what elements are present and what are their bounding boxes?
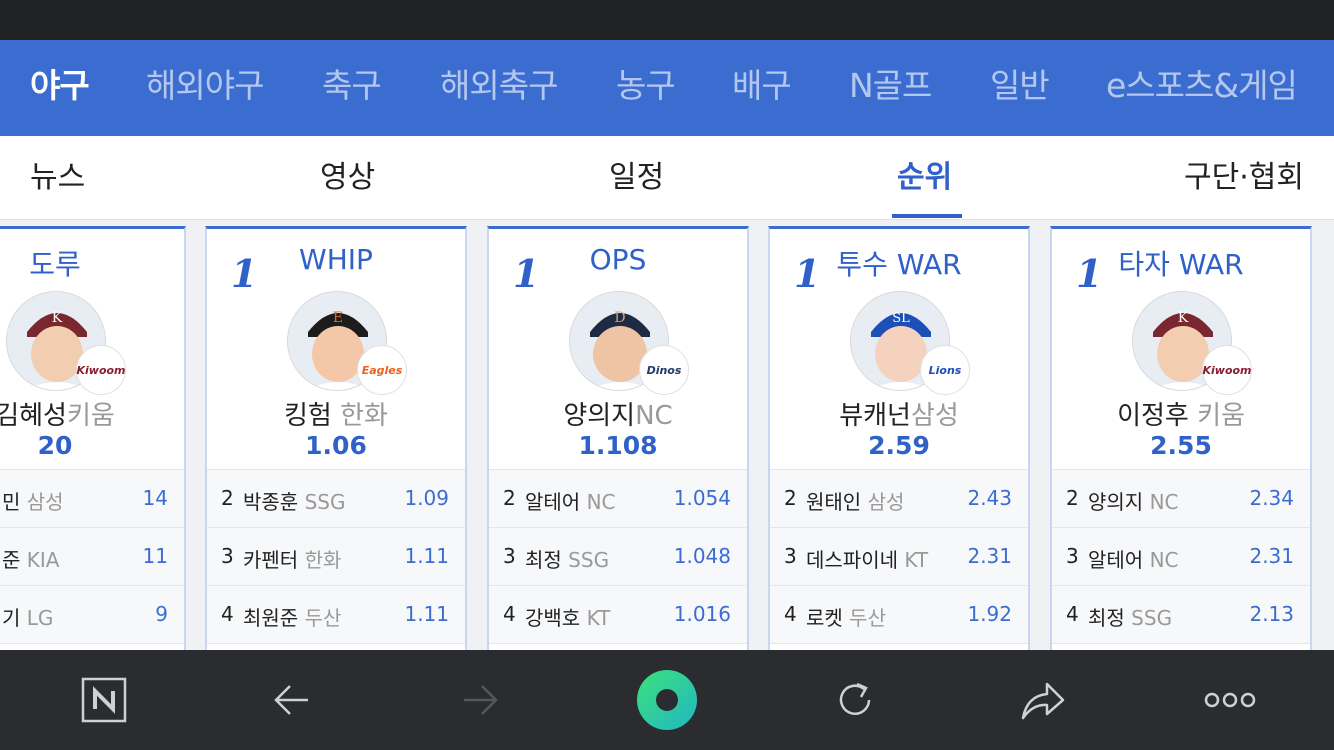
leader-name: 양의지NC bbox=[563, 401, 673, 431]
ranking-list: 2 양의지 NC 2.34 3 알테어 NC 2.31 4 최정 SSG 2.13 bbox=[1052, 469, 1310, 644]
team-logo: Dinos bbox=[639, 345, 689, 395]
tab-general[interactable]: 일반 bbox=[990, 40, 1050, 136]
ranking-row[interactable]: 3 카펜터 한화 1.11 bbox=[207, 528, 465, 586]
leader-value: 20 bbox=[37, 431, 73, 460]
tab-soccer[interactable]: 축구 bbox=[322, 40, 382, 136]
ranking-list: 2 박종훈 SSG 1.09 3 카펜터 한화 1.11 4 최원준 두산 1.11 bbox=[207, 469, 465, 644]
tab-basketball[interactable]: 농구 bbox=[616, 40, 676, 136]
leader-value: 2.59 bbox=[868, 431, 930, 460]
ranking-card-ops[interactable]: 1 OPS D Dinos 양의지NC 1.108 2 알테어 NC 1.054 3… bbox=[487, 226, 749, 650]
share-icon[interactable] bbox=[993, 650, 1093, 750]
leader-team: 한화 bbox=[340, 401, 388, 431]
svg-text:K: K bbox=[52, 310, 63, 326]
ranking-row[interactable]: 2 원태인 삼성 2.43 bbox=[770, 470, 1028, 528]
green-dot-icon[interactable] bbox=[617, 650, 717, 750]
ranking-card-batter-war[interactable]: 1 타자 WAR K Kiwoom 이정후 키움 2.55 2 양의지 NC 2.3… bbox=[1050, 226, 1312, 650]
leader-team: NC bbox=[635, 401, 673, 431]
leader-team: 삼성 bbox=[910, 401, 959, 431]
card-header: 1 투수 WAR SL Lions 뷰캐넌삼성 2.59 bbox=[770, 229, 1028, 469]
svg-text:SL: SL bbox=[892, 311, 910, 326]
ranking-list: 2 알테어 NC 1.054 3 최정 SSG 1.048 4 강백호 KT 1.016 bbox=[489, 469, 747, 644]
team-logo: Eagles bbox=[357, 345, 407, 395]
svg-text:K: K bbox=[1178, 310, 1189, 326]
ranking-row[interactable]: 4 최정 SSG 2.13 bbox=[1052, 586, 1310, 644]
ranking-list: 2 원태인 삼성 2.43 3 데스파이네 KT 2.31 4 로켓 두산 1.92 bbox=[770, 469, 1028, 644]
leader-value: 2.55 bbox=[1150, 431, 1212, 460]
card-title: OPS bbox=[589, 243, 647, 276]
ranking-card-whip[interactable]: 1 WHIP E Eagles 킹험 한화 1.06 2 박종훈 SSG 1.09 … bbox=[205, 226, 467, 650]
tab-golf[interactable]: N골프 bbox=[849, 40, 932, 136]
tab-overseas-soccer[interactable]: 해외축구 bbox=[440, 40, 558, 136]
tab-clubs[interactable]: 구단·협회 bbox=[1184, 136, 1304, 220]
more-icon[interactable] bbox=[1180, 650, 1280, 750]
leader-name: 뷰캐넌삼성 bbox=[839, 401, 959, 431]
ranking-row[interactable]: 3 알테어 NC 2.31 bbox=[1052, 528, 1310, 586]
browser-toolbar bbox=[0, 650, 1334, 750]
svg-text:D: D bbox=[614, 310, 625, 326]
card-header: 1 타자 WAR K Kiwoom 이정후 키움 2.55 bbox=[1052, 229, 1310, 469]
leader-name: 킹험 한화 bbox=[284, 401, 388, 431]
tab-overseas-baseball[interactable]: 해외야구 bbox=[146, 40, 264, 136]
card-title: 투수 WAR bbox=[836, 248, 962, 281]
ranking-row[interactable]: 민 삼성 14 bbox=[0, 470, 184, 528]
ranking-card-pitcher-war[interactable]: 1 투수 WAR SL Lions 뷰캐넌삼성 2.59 2 원태인 삼성 2.43… bbox=[768, 226, 1030, 650]
back-arrow-icon[interactable] bbox=[242, 650, 342, 750]
refresh-icon[interactable] bbox=[805, 650, 905, 750]
ranking-list: 민 삼성 14 준 KIA 11 기 LG 9 bbox=[0, 469, 184, 644]
ranking-card-stolen-bases[interactable]: 도루 K Kiwoom 김혜성키움 20 민 삼성 14 준 KIA 11 기 LG… bbox=[0, 226, 186, 650]
active-tab-underline bbox=[892, 214, 962, 218]
card-title: 타자 WAR bbox=[1118, 248, 1244, 281]
svg-text:E: E bbox=[333, 310, 343, 326]
card-header: 1 WHIP E Eagles 킹험 한화 1.06 bbox=[207, 229, 465, 469]
tab-standings[interactable]: 순위 bbox=[897, 136, 952, 220]
ranking-row[interactable]: 4 강백호 KT 1.016 bbox=[489, 586, 747, 644]
team-logo: Kiwoom bbox=[76, 345, 126, 395]
tab-schedule[interactable]: 일정 bbox=[609, 136, 664, 220]
card-header: 1 OPS D Dinos 양의지NC 1.108 bbox=[489, 229, 747, 469]
tab-video[interactable]: 영상 bbox=[320, 136, 375, 220]
ranking-row[interactable]: 기 LG 9 bbox=[0, 586, 184, 644]
team-logo: Kiwoom bbox=[1202, 345, 1252, 395]
forward-arrow-icon[interactable] bbox=[430, 650, 530, 750]
ranking-row[interactable]: 준 KIA 11 bbox=[0, 528, 184, 586]
sub-nav: 뉴스 영상 일정 순위 구단·협회 bbox=[0, 136, 1334, 220]
leader-team: 키움 bbox=[1197, 401, 1245, 431]
card-title: 도루 bbox=[29, 248, 81, 281]
tab-volleyball[interactable]: 배구 bbox=[732, 40, 792, 136]
ranking-row[interactable]: 4 로켓 두산 1.92 bbox=[770, 586, 1028, 644]
card-header: 도루 K Kiwoom 김혜성키움 20 bbox=[0, 229, 184, 469]
ranking-row[interactable]: 2 박종훈 SSG 1.09 bbox=[207, 470, 465, 528]
sport-category-nav: 야구 해외야구 축구 해외축구 농구 배구 N골프 일반 e스포츠&게임 bbox=[0, 40, 1334, 136]
tab-baseball[interactable]: 야구 bbox=[30, 40, 90, 136]
leader-value: 1.06 bbox=[305, 431, 367, 460]
ranking-row[interactable]: 2 알테어 NC 1.054 bbox=[489, 470, 747, 528]
ranking-row[interactable]: 4 최원준 두산 1.11 bbox=[207, 586, 465, 644]
tab-esports[interactable]: e스포츠&게임 bbox=[1106, 40, 1298, 136]
ranking-row[interactable]: 3 데스파이네 KT 2.31 bbox=[770, 528, 1028, 586]
ranking-cards[interactable]: 도루 K Kiwoom 김혜성키움 20 민 삼성 14 준 KIA 11 기 LG… bbox=[0, 226, 1334, 650]
status-bar bbox=[0, 0, 1334, 40]
naver-home-icon[interactable] bbox=[54, 650, 154, 750]
leader-value: 1.108 bbox=[578, 431, 658, 460]
leader-name: 이정후 키움 bbox=[1117, 401, 1245, 431]
team-logo: Lions bbox=[920, 345, 970, 395]
leader-name: 김혜성키움 bbox=[0, 401, 115, 431]
ranking-row[interactable]: 3 최정 SSG 1.048 bbox=[489, 528, 747, 586]
card-title: WHIP bbox=[299, 243, 373, 276]
ranking-row[interactable]: 2 양의지 NC 2.34 bbox=[1052, 470, 1310, 528]
tab-news[interactable]: 뉴스 bbox=[30, 136, 85, 220]
leader-team: 키움 bbox=[66, 401, 115, 431]
